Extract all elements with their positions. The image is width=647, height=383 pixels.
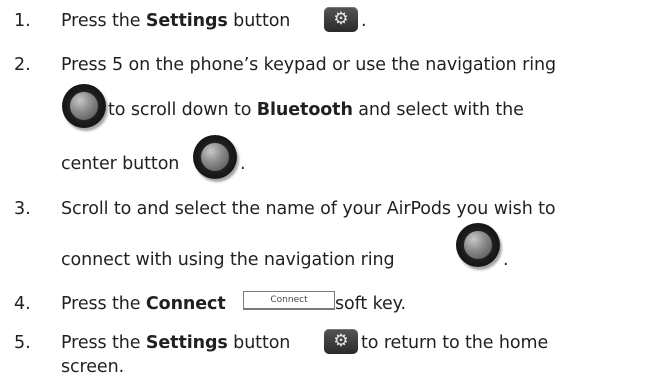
step-1-number: 1. xyxy=(14,11,31,31)
navigation-ring-icon xyxy=(62,84,106,128)
step-3-end: . xyxy=(503,250,509,270)
step-4-text-pre: Press the Connect xyxy=(61,293,226,315)
step-5-post-2: to return to the home xyxy=(361,333,549,353)
step-4-number: 4. xyxy=(14,294,31,314)
step-2-line-2: to scroll down to Bluetooth and select w… xyxy=(108,99,524,121)
step-5-number: 5. xyxy=(14,333,31,353)
step-2-line-1: Press 5 on the phone’s keypad or use the… xyxy=(61,55,556,75)
gear-icon: ⚙ xyxy=(333,331,349,351)
step-2-line-2-end: and select with the xyxy=(352,100,524,120)
step-2-line-3: center button xyxy=(61,154,180,174)
step-3-line-1: Scroll to and select the name of your Ai… xyxy=(61,199,556,219)
step-1-pre: Press the xyxy=(61,11,146,31)
nav-ring-center xyxy=(69,91,99,121)
step-2-number: 2. xyxy=(14,55,31,75)
step-3-number: 3. xyxy=(14,199,31,219)
navigation-ring-icon xyxy=(193,135,237,179)
step-4-pre: Press the xyxy=(61,294,146,314)
settings-button-icon: ⚙ xyxy=(324,7,358,32)
settings-button-icon: ⚙ xyxy=(324,329,358,354)
connect-softkey-icon: Connect xyxy=(243,291,335,310)
navigation-ring-icon xyxy=(456,223,500,267)
step-5-bold: Settings xyxy=(145,333,228,353)
step-1-end: . xyxy=(361,11,367,31)
step-4-post: soft key. xyxy=(335,294,406,314)
step-5-line-2: screen. xyxy=(61,357,125,377)
step-1-bold: Settings xyxy=(145,11,228,31)
step-3-line-2: connect with using the navigation ring xyxy=(61,250,395,270)
gear-icon: ⚙ xyxy=(333,9,349,29)
step-1-text: Press the Settings button xyxy=(61,10,290,32)
step-2-end: . xyxy=(240,154,246,174)
step-5-text: Press the Settings button xyxy=(61,332,290,354)
nav-ring-center xyxy=(463,230,493,260)
step-2-line-2-pre: to scroll down to xyxy=(108,100,257,120)
instruction-list: 1. Press the Settings button ⚙ . 2. Pres… xyxy=(0,0,647,383)
step-5-pre: Press the xyxy=(61,333,146,353)
step-5-post: button xyxy=(227,333,291,353)
step-1-post: button xyxy=(227,11,291,31)
nav-ring-center xyxy=(200,142,230,172)
step-4-bold: Connect xyxy=(145,294,226,314)
step-2-bold: Bluetooth xyxy=(256,100,353,120)
